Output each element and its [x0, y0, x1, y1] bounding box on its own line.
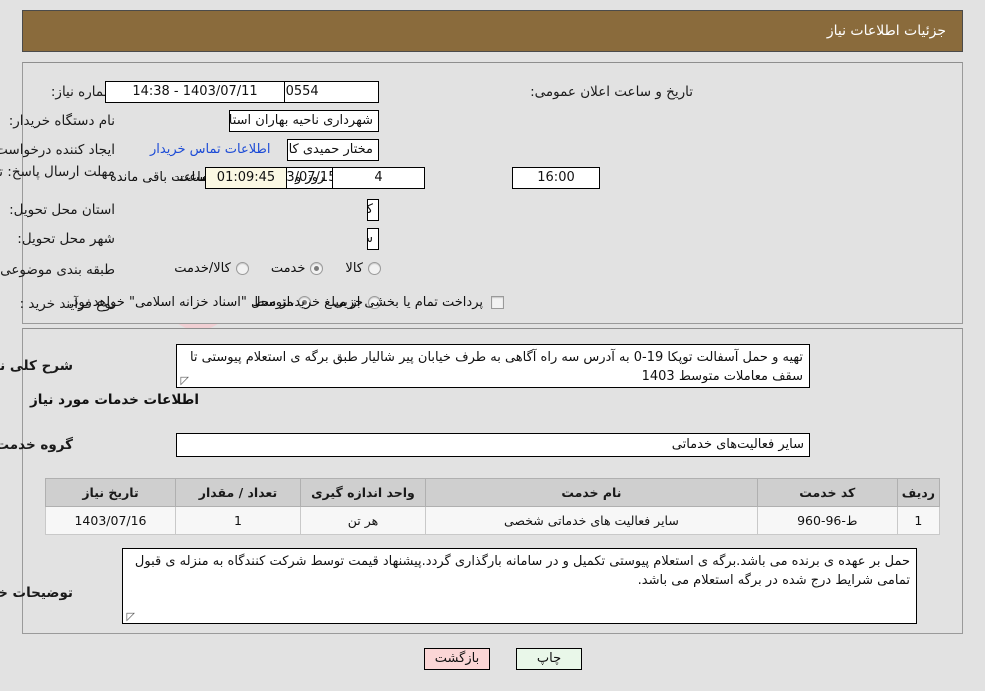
buyer-notes-textarea[interactable]: حمل بر عهده ی برنده می باشد.برگه ی استعل…: [122, 548, 917, 624]
city-value: سنندج: [367, 228, 379, 250]
need-description-textarea[interactable]: تهیه و حمل آسفالت توپکا 19-0 به آدرس سه …: [176, 344, 810, 388]
radio-dot-icon: [235, 262, 249, 275]
cell-row: 1: [896, 506, 941, 535]
print-button[interactable]: چاپ: [516, 648, 582, 670]
category-radio-kala-khedmat[interactable]: کالا/خدمت: [174, 261, 249, 276]
cell-code: ط-96-960: [756, 506, 898, 535]
services-section-heading: اطلاعات خدمات مورد نیاز: [29, 392, 199, 408]
radio-dot-icon: [368, 262, 381, 275]
buyer-notes-value: حمل بر عهده ی برنده می باشد.برگه ی استعل…: [134, 554, 910, 588]
category-radio-kala-label: کالا: [345, 261, 363, 276]
table-row: 1 ط-96-960 سایر فعالیت های خدماتی شخصی ه…: [45, 506, 941, 535]
category-radio-khedmat-label: خدمت: [270, 261, 306, 276]
deadline-label: مهلت ارسال پاسخ: تا تاریخ:: [0, 164, 115, 180]
service-group-value: سایر فعالیت‌های خدماتی: [176, 433, 810, 457]
cell-date: 1403/07/16: [45, 506, 176, 535]
buyer-org-label: نام دستگاه خریدار:: [8, 113, 115, 129]
public-announce-label: تاریخ و ساعت اعلان عمومی:: [530, 84, 693, 100]
resize-grip-icon[interactable]: ◸: [125, 611, 135, 622]
services-table-wrapper: ردیف کد خدمت نام خدمت واحد اندازه گیری ت…: [45, 478, 941, 535]
category-radio-group: کالا خدمت کالا/خدمت: [152, 261, 381, 276]
remaining-time-label: ساعت باقی مانده: [110, 170, 207, 185]
services-table: ردیف کد خدمت نام خدمت واحد اندازه گیری ت…: [45, 478, 941, 535]
category-radio-khedmat[interactable]: خدمت: [271, 261, 324, 276]
buyer-contact-link[interactable]: اطلاعات تماس خریدار: [150, 142, 270, 157]
th-code: کد خدمت: [756, 478, 898, 507]
buyer-notes-label: توضیحات خریدار:: [0, 585, 73, 601]
need-description-value: تهیه و حمل آسفالت توپکا 19-0 به آدرس سه …: [189, 350, 803, 384]
need-description-label: شرح کلی نیاز:: [0, 358, 73, 374]
category-label: طبقه بندی موضوعی:: [0, 262, 115, 278]
page-header-bar: جزئیات اطلاعات نیاز: [22, 10, 963, 52]
page-root: AriaTender.net جزئیات اطلاعات نیاز شماره…: [0, 0, 985, 691]
back-button[interactable]: بازگشت: [424, 648, 490, 670]
page-title: جزئیات اطلاعات نیاز: [826, 23, 946, 39]
treasury-checkbox-label: پرداخت تمام یا بخشی از مبلغ خرید،از محل …: [68, 295, 483, 310]
th-row: ردیف: [896, 478, 941, 507]
radio-dot-selected-icon: [310, 262, 324, 275]
province-label: استان محل تحویل:: [9, 202, 115, 218]
buyer-org-value: شهرداری ناحیه بهاران استان کردستان: [229, 110, 379, 132]
th-unit: واحد اندازه گیری: [300, 478, 426, 507]
resize-grip-icon[interactable]: ◸: [179, 375, 189, 386]
cell-unit: هر تن: [300, 506, 426, 535]
category-radio-kala-khedmat-label: کالا/خدمت: [174, 261, 231, 276]
checkbox-icon[interactable]: [491, 296, 504, 309]
remaining-days-value: 4: [332, 167, 425, 189]
public-announce-value: 1403/07/11 - 14:38: [105, 81, 285, 103]
remaining-time-value: 01:09:45: [205, 167, 287, 189]
th-qty: تعداد / مقدار: [175, 478, 301, 507]
province-value: کردستان: [367, 199, 379, 221]
th-date: تاریخ نیاز: [45, 478, 176, 507]
city-label: شهر محل تحویل:: [17, 231, 115, 247]
cell-name: سایر فعالیت های خدماتی شخصی: [425, 506, 758, 535]
category-radio-kala[interactable]: کالا: [345, 261, 381, 276]
table-header-row: ردیف کد خدمت نام خدمت واحد اندازه گیری ت…: [45, 478, 941, 507]
treasury-checkbox-row[interactable]: پرداخت تمام یا بخشی از مبلغ خرید،از محل …: [68, 295, 504, 310]
remaining-days-label: روز و: [295, 170, 325, 185]
th-name: نام خدمت: [425, 478, 758, 507]
cell-qty: 1: [175, 506, 301, 535]
creator-label: ایجاد کننده درخواست:: [0, 142, 115, 158]
creator-value: مختار حمیدی کاربرداز شهرداری ناحیه بهارا…: [287, 139, 379, 161]
service-group-label: گروه خدمت:: [0, 437, 73, 453]
deadline-hour-value: 16:00: [512, 167, 600, 189]
